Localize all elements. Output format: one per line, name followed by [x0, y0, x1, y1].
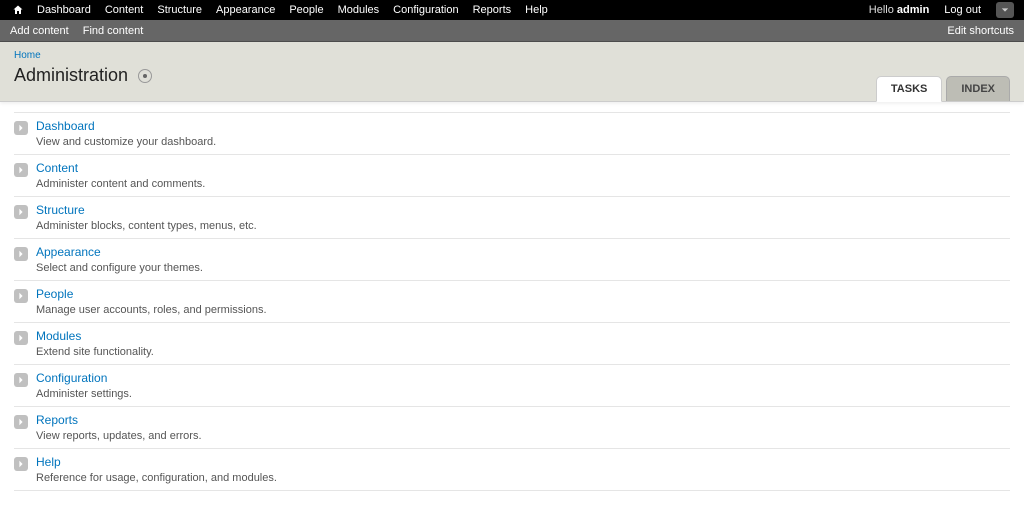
expand-icon[interactable] — [14, 415, 28, 429]
item-desc: Extend site functionality. — [36, 346, 154, 358]
item-desc: View reports, updates, and errors. — [36, 430, 202, 442]
item-desc: View and customize your dashboard. — [36, 136, 216, 148]
toolbar-item-content[interactable]: Content — [98, 0, 151, 20]
content-area: Dashboard View and customize your dashboa… — [0, 102, 1024, 521]
expand-icon[interactable] — [14, 121, 28, 135]
hello-user: Hello admin — [869, 4, 934, 16]
toolbar-right: Hello admin Log out — [869, 2, 1014, 18]
expand-icon[interactable] — [14, 163, 28, 177]
list-item: Structure Administer blocks, content type… — [14, 197, 1010, 239]
expand-icon[interactable] — [14, 205, 28, 219]
item-title-structure[interactable]: Structure — [36, 203, 257, 217]
toolbar-item-reports[interactable]: Reports — [466, 0, 519, 20]
list-item: Content Administer content and comments. — [14, 155, 1010, 197]
toolbar-item-dashboard[interactable]: Dashboard — [30, 0, 98, 20]
admin-list: Dashboard View and customize your dashboa… — [14, 112, 1010, 491]
item-desc: Select and configure your themes. — [36, 262, 203, 274]
page-header: Home Administration TASKS INDEX — [0, 42, 1024, 102]
item-desc: Administer settings. — [36, 388, 132, 400]
list-item: Reports View reports, updates, and errors… — [14, 407, 1010, 449]
hello-text: Hello — [869, 4, 897, 16]
list-item: People Manage user accounts, roles, and p… — [14, 281, 1010, 323]
list-item: Configuration Administer settings. — [14, 365, 1010, 407]
admin-toolbar: DashboardContentStructureAppearancePeopl… — [0, 0, 1024, 20]
toolbar-menu: DashboardContentStructureAppearancePeopl… — [30, 0, 555, 20]
toolbar-item-help[interactable]: Help — [518, 0, 555, 20]
shortcut-add-content[interactable]: Add content — [10, 25, 83, 37]
expand-icon[interactable] — [14, 457, 28, 471]
list-item: Dashboard View and customize your dashboa… — [14, 113, 1010, 155]
expand-icon[interactable] — [14, 247, 28, 261]
item-desc: Reference for usage, configuration, and … — [36, 472, 277, 484]
item-title-reports[interactable]: Reports — [36, 413, 202, 427]
breadcrumb: Home — [14, 50, 1010, 61]
item-desc: Manage user accounts, roles, and permiss… — [36, 304, 267, 316]
page-title-row: Administration — [14, 65, 1010, 86]
item-title-content[interactable]: Content — [36, 161, 205, 175]
item-title-dashboard[interactable]: Dashboard — [36, 119, 216, 133]
toolbar-item-configuration[interactable]: Configuration — [386, 0, 465, 20]
toolbar-item-structure[interactable]: Structure — [150, 0, 209, 20]
item-desc: Administer content and comments. — [36, 178, 205, 190]
list-item: Help Reference for usage, configuration, … — [14, 449, 1010, 491]
page-title: Administration — [14, 65, 128, 86]
list-item: Appearance Select and configure your them… — [14, 239, 1010, 281]
item-title-appearance[interactable]: Appearance — [36, 245, 203, 259]
edit-shortcuts-link[interactable]: Edit shortcuts — [947, 25, 1014, 37]
item-title-configuration[interactable]: Configuration — [36, 371, 132, 385]
breadcrumb-home[interactable]: Home — [14, 50, 41, 61]
toolbar-dropdown-toggle[interactable] — [996, 2, 1014, 18]
toolbar-item-appearance[interactable]: Appearance — [209, 0, 282, 20]
expand-icon[interactable] — [14, 373, 28, 387]
expand-icon[interactable] — [14, 331, 28, 345]
item-desc: Administer blocks, content types, menus,… — [36, 220, 257, 232]
tab-index[interactable]: INDEX — [946, 76, 1010, 101]
username: admin — [897, 4, 929, 16]
shortcut-bar: Add contentFind content Edit shortcuts — [0, 20, 1024, 42]
primary-tabs: TASKS INDEX — [872, 76, 1010, 101]
shortcut-find-content[interactable]: Find content — [83, 25, 158, 37]
shortcut-links: Add contentFind content — [10, 25, 157, 37]
item-title-help[interactable]: Help — [36, 455, 277, 469]
tab-tasks[interactable]: TASKS — [876, 76, 942, 102]
toolbar-item-modules[interactable]: Modules — [331, 0, 387, 20]
list-item: Modules Extend site functionality. — [14, 323, 1010, 365]
item-title-modules[interactable]: Modules — [36, 329, 154, 343]
gear-icon[interactable] — [138, 69, 152, 83]
item-title-people[interactable]: People — [36, 287, 267, 301]
logout-link[interactable]: Log out — [937, 4, 988, 16]
toolbar-item-people[interactable]: People — [282, 0, 330, 20]
expand-icon[interactable] — [14, 289, 28, 303]
home-icon[interactable] — [6, 4, 30, 16]
